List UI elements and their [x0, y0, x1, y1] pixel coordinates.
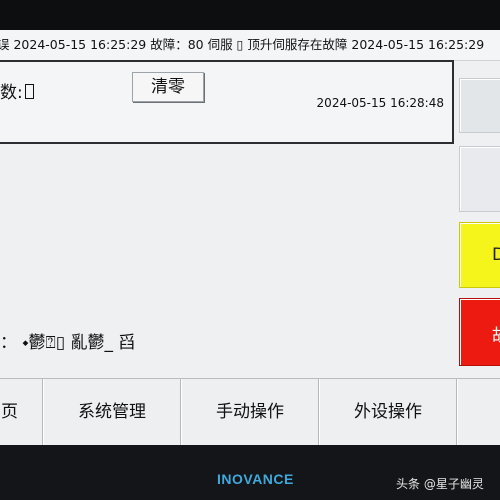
status-line: ： ⬩鬱⍰▯ 亂鬱_ 舀 — [0, 333, 136, 353]
alarm-ticker: 误 2024-05-15 16:25:29 故障：80 伺服 ▯ 顶升伺服存在故… — [0, 30, 500, 61]
watermark: 头条 @星子幽灵 — [396, 477, 484, 491]
count-value-box — [24, 84, 34, 99]
top-bezel — [0, 0, 500, 30]
hmi-screen: 误 2024-05-15 16:25:29 故障：80 伺服 ▯ 顶升伺服存在故… — [0, 30, 500, 445]
bottom-bezel: INOVANCE 头条 @星子幽灵 — [0, 445, 500, 500]
panel-timestamp: 2024-05-15 16:28:48 — [316, 96, 444, 110]
count-label: 数: — [0, 78, 34, 103]
brand-logo: INOVANCE — [217, 471, 294, 487]
side-button-alarm[interactable]: 故 — [459, 298, 500, 366]
nav-button-home[interactable]: 页 — [0, 379, 43, 445]
nav-button-manual-operation[interactable]: 手动操作 — [181, 379, 319, 445]
side-button-yellow-label: D — [492, 245, 500, 265]
counter-panel: 数: 清零 2024-05-15 16:28:48 — [0, 60, 454, 144]
nav-button-system-management[interactable]: 系统管理 — [43, 379, 181, 445]
side-button-alarm-label: 故 — [492, 321, 500, 346]
side-button-2[interactable] — [459, 146, 500, 212]
bottom-nav: 页 系统管理 手动操作 外设操作 — [0, 378, 500, 445]
clear-button[interactable]: 清零 — [132, 72, 204, 102]
nav-button-peripheral-operation[interactable]: 外设操作 — [319, 379, 457, 445]
alarm-ticker-text: 误 2024-05-15 16:25:29 故障：80 伺服 ▯ 顶升伺服存在故… — [0, 37, 485, 52]
side-button-1[interactable] — [459, 78, 500, 133]
side-button-yellow[interactable]: D — [459, 222, 500, 288]
nav-button-more[interactable] — [457, 379, 500, 445]
count-label-text: 数: — [0, 83, 23, 103]
